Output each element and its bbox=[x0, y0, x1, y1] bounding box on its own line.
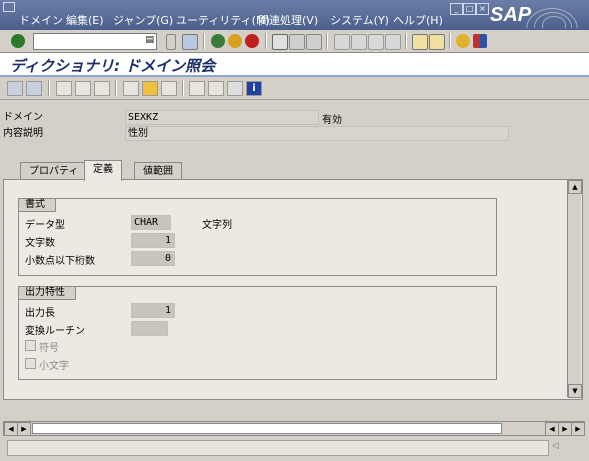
menu-domain[interactable]: ドメイン bbox=[19, 12, 63, 28]
output-group: 出力特性 出力長 1 変換ルーチン 符号 小文字 bbox=[18, 286, 497, 380]
sign-checkbox[interactable] bbox=[25, 340, 36, 351]
next-page-icon[interactable] bbox=[368, 34, 384, 50]
command-field[interactable]: ▤ bbox=[33, 33, 157, 50]
tab-properties[interactable]: プロパティ bbox=[20, 162, 88, 180]
format-group: 書式 データ型 CHAR 文字列 文字数 1 小数点以下桁数 0 bbox=[18, 198, 497, 276]
activate-icon[interactable] bbox=[142, 81, 158, 96]
display-object-list-icon[interactable] bbox=[208, 81, 224, 96]
exit-icon[interactable] bbox=[228, 34, 242, 48]
first-page-icon[interactable] bbox=[334, 34, 350, 50]
datatype-text: 文字列 bbox=[202, 220, 232, 231]
sap-logo: SAP bbox=[486, 2, 586, 28]
menu-help[interactable]: ヘルプ(H) bbox=[393, 12, 443, 28]
menu-edit[interactable]: 編集(E) bbox=[66, 12, 104, 28]
blank-button-icon[interactable] bbox=[227, 81, 243, 96]
scroll-left-end-icon[interactable]: ◀ bbox=[545, 422, 559, 436]
status-bar: ◁ bbox=[0, 437, 589, 461]
tab-value-range[interactable]: 値範囲 bbox=[134, 162, 182, 180]
output-length-field[interactable]: 1 bbox=[131, 303, 175, 318]
create-session-icon[interactable] bbox=[412, 34, 428, 50]
maximize-icon[interactable]: □ bbox=[463, 3, 476, 15]
page-title: ディクショナリ: ドメイン照会 bbox=[10, 57, 216, 75]
toolbar-separator bbox=[449, 33, 451, 49]
other-object-icon[interactable] bbox=[94, 81, 110, 96]
output-group-title: 出力特性 bbox=[18, 286, 76, 300]
format-group-title: 書式 bbox=[18, 198, 56, 212]
menu-environment[interactable]: 関連処理(V) bbox=[258, 12, 318, 28]
status-message-field bbox=[7, 440, 549, 456]
forward-arrow-icon[interactable] bbox=[26, 81, 42, 96]
help-icon[interactable] bbox=[456, 34, 470, 48]
toolbar-separator bbox=[326, 33, 328, 49]
horizontal-scrollbar[interactable]: ◀ ▶ ◀ ▶ ▶ bbox=[3, 421, 585, 436]
output-length-label: 出力長 bbox=[25, 308, 55, 319]
menu-bar: ドメイン 編集(E) ジャンプ(G) ユーティリティ(M) 関連処理(V) シス… bbox=[0, 0, 589, 30]
menu-system[interactable]: システム(Y) bbox=[330, 12, 389, 28]
scroll-right-small-icon[interactable]: ▶ bbox=[17, 422, 31, 436]
ok-checkmark-icon[interactable] bbox=[11, 34, 25, 48]
hierarchy-icon[interactable] bbox=[189, 81, 205, 96]
lowercase-checkbox[interactable] bbox=[25, 358, 36, 369]
customize-layout-icon[interactable] bbox=[473, 34, 487, 48]
menu-goto[interactable]: ジャンプ(G) bbox=[113, 12, 173, 28]
application-toolbar: i bbox=[0, 77, 589, 100]
tab-vertical-scrollbar[interactable]: ▲ ▼ bbox=[567, 180, 582, 398]
back-arrow-icon[interactable] bbox=[7, 81, 23, 96]
command-history-icon[interactable]: ▤ bbox=[145, 35, 154, 45]
lowercase-label: 小文字 bbox=[39, 361, 69, 372]
scroll-right-icon[interactable]: ▶ bbox=[571, 422, 585, 436]
find-icon[interactable] bbox=[289, 34, 305, 50]
toolbar-separator bbox=[182, 80, 184, 96]
scroll-right-end-icon[interactable]: ▶ bbox=[558, 422, 572, 436]
back-icon[interactable] bbox=[211, 34, 225, 48]
domain-field[interactable]: SEXKZ bbox=[125, 110, 319, 125]
tab-definition[interactable]: 定義 bbox=[84, 160, 122, 181]
sign-label: 符号 bbox=[39, 343, 59, 354]
conversion-routine-label: 変換ルーチン bbox=[25, 326, 85, 337]
scroll-down-icon[interactable]: ▼ bbox=[568, 384, 582, 398]
conversion-routine-field[interactable] bbox=[131, 321, 168, 336]
last-page-icon[interactable] bbox=[385, 34, 401, 50]
description-field[interactable]: 性別 bbox=[125, 126, 509, 141]
find-next-icon[interactable] bbox=[306, 34, 322, 50]
standard-toolbar: ▤ bbox=[0, 30, 589, 53]
system-menu-icon[interactable] bbox=[3, 2, 15, 12]
print-icon[interactable] bbox=[272, 34, 288, 50]
check-icon[interactable] bbox=[123, 81, 139, 96]
display-change-icon[interactable] bbox=[56, 81, 72, 96]
status-text: 有効 bbox=[322, 115, 342, 126]
toolbar-divider-icon bbox=[166, 34, 176, 50]
save-icon[interactable] bbox=[182, 34, 198, 50]
toolbar-separator bbox=[48, 80, 50, 96]
decimals-field[interactable]: 0 bbox=[131, 251, 175, 266]
length-field[interactable]: 1 bbox=[131, 233, 175, 248]
scroll-up-icon[interactable]: ▲ bbox=[568, 180, 582, 194]
scroll-thumb[interactable] bbox=[32, 423, 502, 434]
toolbar-separator bbox=[265, 33, 267, 49]
status-expand-icon[interactable]: ◁ bbox=[552, 441, 559, 451]
toolbar-separator bbox=[405, 33, 407, 49]
menu-utilities[interactable]: ユーティリティ(M) bbox=[176, 12, 270, 28]
info-icon[interactable]: i bbox=[246, 81, 262, 96]
domain-label: ドメイン bbox=[3, 111, 123, 125]
description-label: 内容説明 bbox=[3, 127, 123, 141]
where-used-icon[interactable] bbox=[161, 81, 177, 96]
title-bar: ディクショナリ: ドメイン照会 bbox=[0, 53, 589, 77]
datatype-label: データ型 bbox=[25, 220, 65, 231]
tab-content: 書式 データ型 CHAR 文字列 文字数 1 小数点以下桁数 0 出力特性 出力… bbox=[3, 179, 583, 400]
datatype-field[interactable]: CHAR bbox=[131, 215, 171, 230]
generate-shortcut-icon[interactable] bbox=[429, 34, 445, 50]
toolbar-separator bbox=[115, 80, 117, 96]
previous-page-icon[interactable] bbox=[351, 34, 367, 50]
cancel-icon[interactable] bbox=[245, 34, 259, 48]
scroll-left-icon[interactable]: ◀ bbox=[4, 422, 18, 436]
length-label: 文字数 bbox=[25, 238, 55, 249]
toolbar-separator bbox=[203, 33, 205, 49]
sap-logo-text: SAP bbox=[490, 4, 532, 26]
decimals-label: 小数点以下桁数 bbox=[25, 256, 95, 267]
active-inactive-icon[interactable] bbox=[75, 81, 91, 96]
minimize-icon[interactable]: _ bbox=[450, 3, 463, 15]
